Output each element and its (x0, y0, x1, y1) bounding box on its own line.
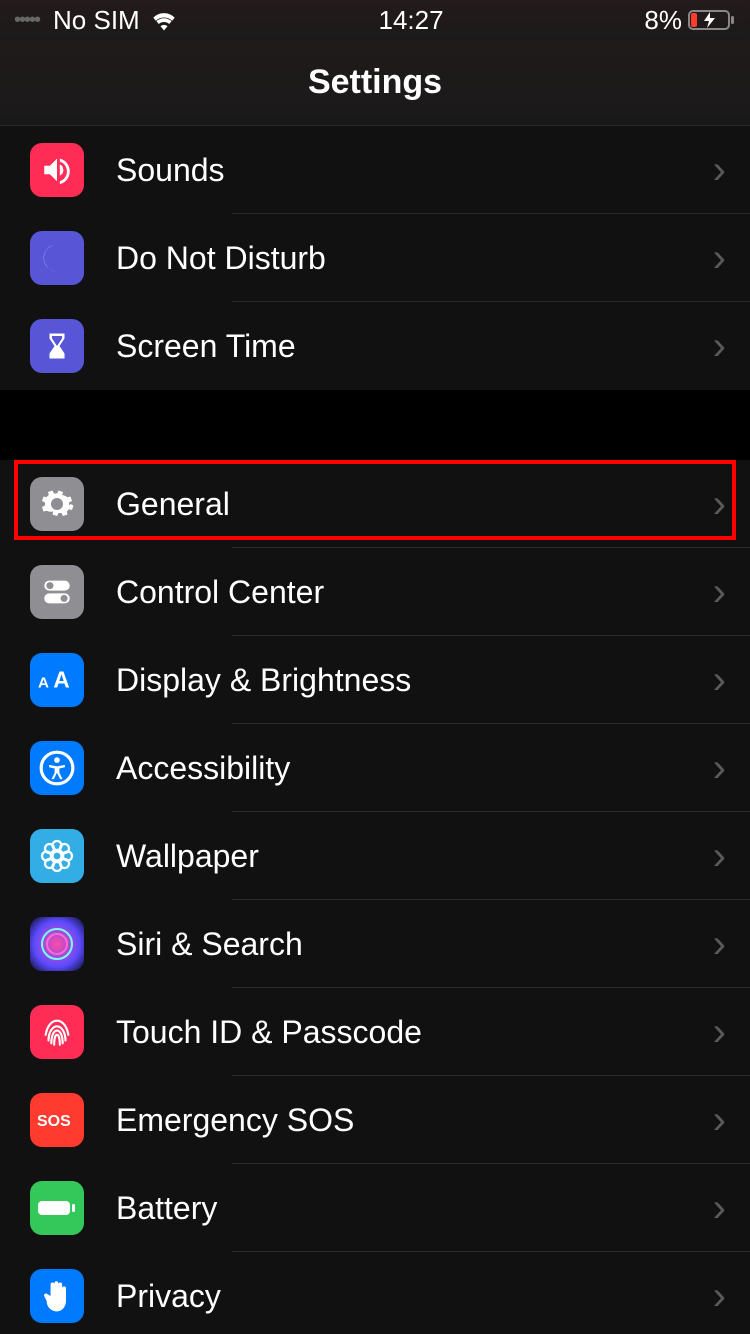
row-screentime[interactable]: Screen Time › (0, 302, 750, 390)
row-siri[interactable]: Siri & Search › (0, 900, 750, 988)
chevron-right-icon: › (713, 746, 726, 791)
chevron-right-icon: › (713, 148, 726, 193)
row-label: Control Center (116, 574, 713, 611)
hourglass-icon (30, 319, 84, 373)
chevron-right-icon: › (713, 324, 726, 369)
row-dnd[interactable]: Do Not Disturb › (0, 214, 750, 302)
row-label: Touch ID & Passcode (116, 1014, 713, 1051)
battery-icon (30, 1181, 84, 1235)
row-label: Display & Brightness (116, 662, 713, 699)
row-general[interactable]: General › (0, 460, 750, 548)
battery-percent: 8% (644, 5, 682, 36)
chevron-right-icon: › (713, 1274, 726, 1319)
moon-icon (30, 231, 84, 285)
status-right: 8% (644, 5, 736, 36)
status-left: ••••• No SIM (14, 5, 178, 36)
row-label: Privacy (116, 1278, 713, 1315)
sos-icon: SOS (30, 1093, 84, 1147)
row-battery[interactable]: Battery › (0, 1164, 750, 1252)
chevron-right-icon: › (713, 1186, 726, 1231)
sounds-icon (30, 143, 84, 197)
status-bar: ••••• No SIM 14:27 8% (0, 0, 750, 40)
carrier-label: No SIM (53, 5, 140, 36)
row-label: Wallpaper (116, 838, 713, 875)
chevron-right-icon: › (713, 482, 726, 527)
row-display[interactable]: AA Display & Brightness › (0, 636, 750, 724)
row-sos[interactable]: SOS Emergency SOS › (0, 1076, 750, 1164)
row-touchid[interactable]: Touch ID & Passcode › (0, 988, 750, 1076)
accessibility-icon (30, 741, 84, 795)
svg-text:SOS: SOS (37, 1113, 71, 1130)
chevron-right-icon: › (713, 922, 726, 967)
gear-icon (30, 477, 84, 531)
hand-icon (30, 1269, 84, 1323)
chevron-right-icon: › (713, 1010, 726, 1055)
svg-text:A: A (53, 667, 69, 693)
siri-icon (30, 917, 84, 971)
row-label: Accessibility (116, 750, 713, 787)
chevron-right-icon: › (713, 658, 726, 703)
chevron-right-icon: › (713, 834, 726, 879)
chevron-right-icon: › (713, 1098, 726, 1143)
flower-icon (30, 829, 84, 883)
row-wallpaper[interactable]: Wallpaper › (0, 812, 750, 900)
settings-group-2: General › Control Center › AA Display & … (0, 460, 750, 1334)
row-label: Emergency SOS (116, 1102, 713, 1139)
row-sounds[interactable]: Sounds › (0, 126, 750, 214)
chevron-right-icon: › (713, 570, 726, 615)
wifi-icon (150, 9, 178, 31)
svg-text:A: A (38, 675, 49, 692)
group-separator (0, 390, 750, 460)
signal-dots-icon: ••••• (14, 9, 39, 32)
row-accessibility[interactable]: Accessibility › (0, 724, 750, 812)
row-privacy[interactable]: Privacy › (0, 1252, 750, 1334)
battery-icon (688, 9, 736, 31)
row-controlcenter[interactable]: Control Center › (0, 548, 750, 636)
toggles-icon (30, 565, 84, 619)
chevron-right-icon: › (713, 236, 726, 281)
fingerprint-icon (30, 1005, 84, 1059)
row-label: Do Not Disturb (116, 240, 713, 277)
row-label: Battery (116, 1190, 713, 1227)
row-label: Screen Time (116, 328, 713, 365)
row-label: Siri & Search (116, 926, 713, 963)
row-label: General (116, 486, 713, 523)
textsize-icon: AA (30, 653, 84, 707)
row-label: Sounds (116, 152, 713, 189)
settings-group-1: Sounds › Do Not Disturb › Screen Time › (0, 126, 750, 390)
nav-header: Settings (0, 40, 750, 126)
page-title: Settings (308, 63, 442, 102)
status-time: 14:27 (379, 5, 444, 36)
